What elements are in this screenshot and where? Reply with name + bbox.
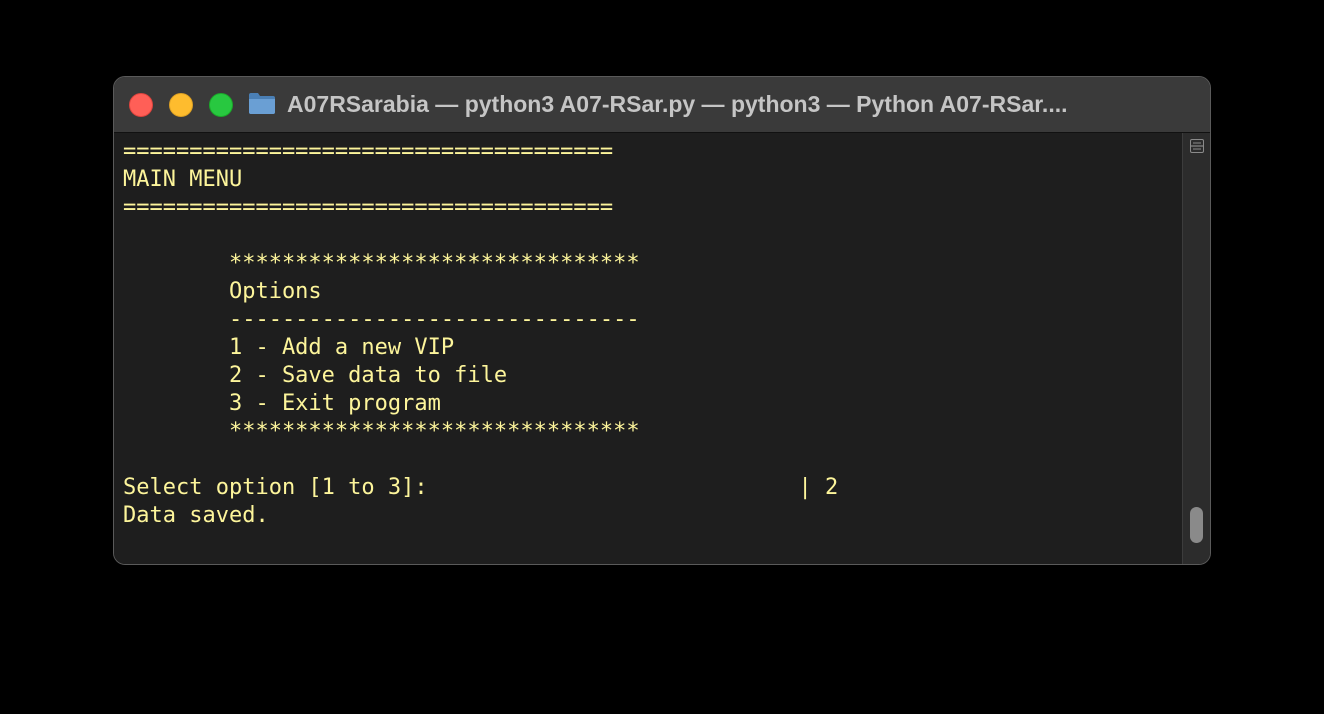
terminal-output[interactable]: ===================================== MA… (114, 133, 1182, 564)
options-border-bottom: ******************************* (123, 419, 640, 444)
menu-divider-bottom: ===================================== (123, 195, 614, 220)
split-pane-icon[interactable] (1190, 139, 1204, 153)
window-title: A07RSarabia — python3 A07-RSar.py — pyth… (287, 91, 1068, 117)
scroll-thumb[interactable] (1190, 507, 1203, 543)
option-exit: 3 - Exit program (123, 391, 441, 416)
vertical-scrollbar[interactable] (1182, 133, 1210, 564)
options-border-top: ******************************* (123, 251, 640, 276)
title-bar[interactable]: A07RSarabia — python3 A07-RSar.py — pyth… (114, 77, 1210, 133)
close-button[interactable] (129, 93, 153, 117)
zoom-button[interactable] (209, 93, 233, 117)
option-save-data: 2 - Save data to file (123, 363, 508, 388)
options-separator: ------------------------------- (123, 307, 640, 332)
menu-heading: MAIN MENU (123, 167, 243, 192)
options-heading: Options (123, 279, 322, 304)
menu-divider-top: ===================================== (123, 139, 614, 164)
minimize-button[interactable] (169, 93, 193, 117)
select-option-prompt: Select option [1 to 3]: | 2 (123, 475, 839, 500)
option-add-vip: 1 - Add a new VIP (123, 335, 455, 360)
status-message: Data saved. (123, 503, 269, 528)
terminal-window: A07RSarabia — python3 A07-RSar.py — pyth… (113, 76, 1211, 565)
folder-icon (249, 93, 275, 114)
